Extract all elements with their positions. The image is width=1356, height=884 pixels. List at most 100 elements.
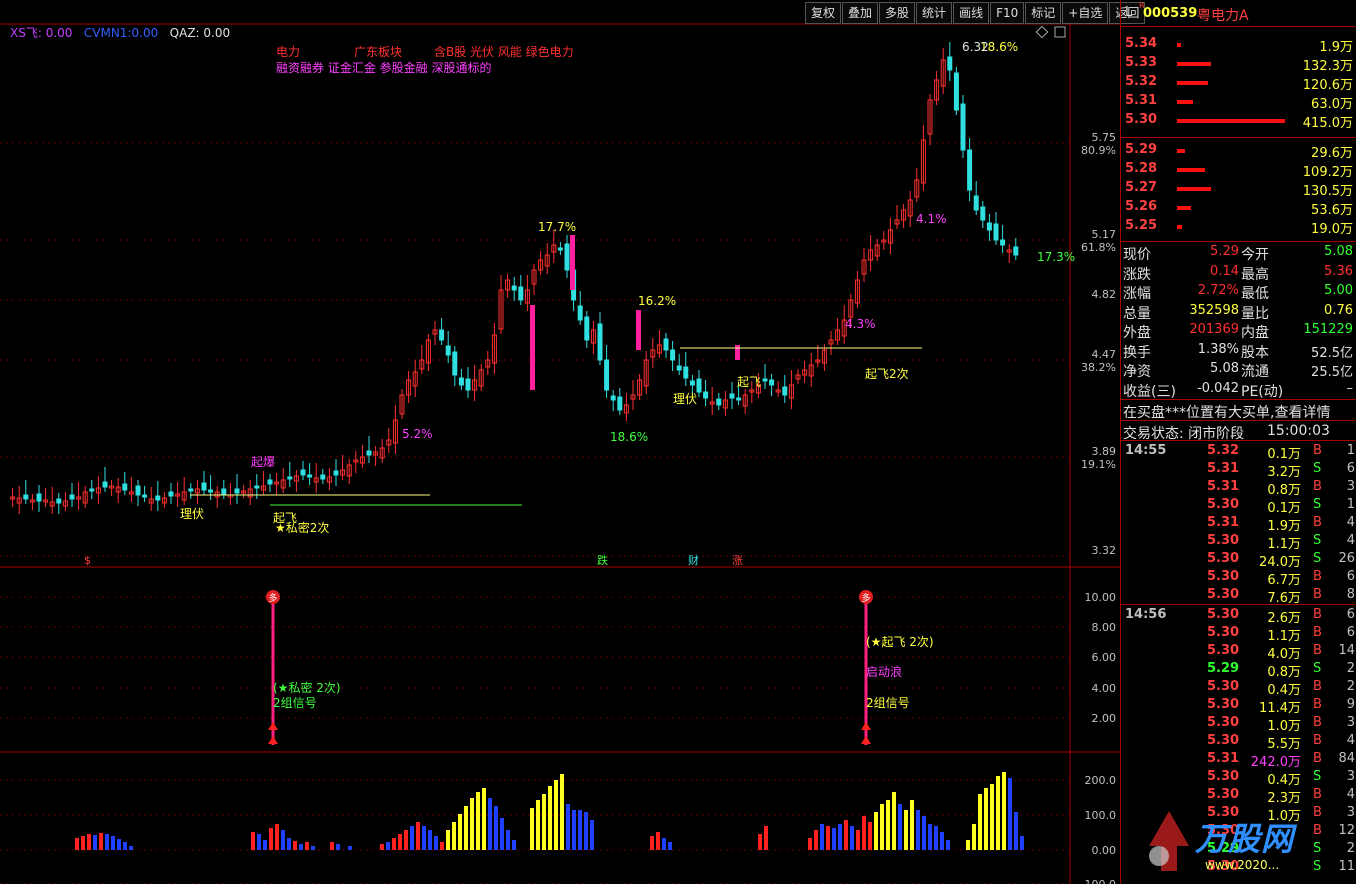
order-volume-bar [1177,119,1285,123]
toolbar-button-2[interactable]: 多股 [879,2,916,24]
liful-label: 理伏 [180,507,204,521]
candle-body [610,395,616,401]
order-volume: 130.5万 [1302,184,1353,199]
watermark-text: 万股网 [1195,820,1295,858]
volume-bar [251,832,255,850]
candle-body [307,474,313,478]
order-volume: 132.3万 [1302,59,1353,74]
tick-row: 5.30 5.5万 B 4 [1207,733,1355,752]
volume-bar [940,832,944,850]
order-volume-bar [1177,168,1205,172]
order-volume-bar [1177,149,1185,153]
xs-value: 0.00 [45,26,73,40]
volume-bar [386,842,390,850]
volume-bar [440,842,444,850]
volume-bar [820,824,824,850]
pct-annotation: 17.7% [538,220,576,234]
candle-body [208,489,214,493]
price-tick: 3.89 [1092,445,1117,458]
order-volume: 29.6万 [1311,146,1353,161]
volume-bar [934,826,938,850]
pct-annotation: 17.3% [1037,250,1075,264]
order-price: 5.25 [1125,218,1158,233]
volume-bar [572,810,576,850]
volume-bar [452,822,456,850]
big-order-notice[interactable]: 在买盘***位置有大买单,查看详情 [1121,401,1356,421]
indicator-readout: XS飞: 0.00 CVMN1:0.00 QAZ: 0.00 [10,24,230,41]
tick-row: 5.29 0.8万 S 2 [1207,661,1355,680]
toolbar-button-0[interactable]: 复权 [805,2,842,24]
order-volume: 120.6万 [1302,78,1353,93]
qifei-label: 起飞2次 [865,367,909,381]
candle-body [557,247,563,251]
signal-text: 2组信号 [866,696,910,710]
order-volume: 19.0万 [1311,222,1353,237]
candle-body [168,491,174,497]
quote-panel: L R 000539 粤电力A 5.34 1.9万 5.33 132.3万 5.32 12… [1120,0,1356,884]
volume-bar [1020,836,1024,850]
volume-bar [410,826,414,850]
candle-body [445,345,451,356]
order-volume-bar [1177,206,1191,210]
toolbar-button-6[interactable]: 标记 [1025,2,1062,24]
candle-body [947,56,953,71]
vol-tick: 0.00 [1092,844,1117,857]
tick-row: 5.30 24.0万 S 26 [1207,551,1355,570]
quote-row: 现价 5.29 今开 5.08 [1123,244,1353,263]
tick-row: 5.31 0.8万 B 3 [1207,479,1355,498]
order-row: 5.31 63.0万 [1121,92,1356,112]
tick-row: 5.30 11.4万 B 9 [1207,697,1355,716]
volume-bar [978,794,982,850]
tick-row: 5.31 3.2万 S 6 [1207,461,1355,480]
volume-bar [1014,812,1018,850]
price-pct-tick: 80.9% [1081,144,1116,157]
volume-bar [293,841,297,850]
highlight-candle [570,235,575,290]
stock-prefix: L [1125,5,1133,20]
candle-body [716,398,722,406]
toolbar-button-3[interactable]: 统计 [916,2,953,24]
volume-bar [470,798,474,850]
candle-body [980,206,986,221]
toolbar-button-5[interactable]: F10 [990,2,1025,24]
volume-bar [758,834,762,850]
candle-body [683,366,689,379]
tick-row: 5.31 1.9万 B 4 [1207,515,1355,534]
kline-chart-area[interactable]: 5.7580.9% 5.1761.8% 4.82 4.4738.2% 3.8919.1%… [0,0,1120,884]
volume-bar [464,806,468,850]
event-marker: $ [84,554,91,567]
order-row: 5.28 109.2万 [1121,160,1356,180]
price-pct-tick: 61.8% [1081,241,1116,254]
candle-body [366,450,372,456]
tick-row: 5.30 1.1万 S 4 [1207,533,1355,552]
order-price: 5.30 [1125,112,1158,127]
volume-bar [93,835,97,850]
signal-tick: 6.00 [1092,651,1117,664]
candle-body [604,359,610,391]
volume-bar [808,838,812,850]
quote-row: 涨跌 0.14 最高 5.36 [1123,263,1353,283]
candle-body [56,498,62,504]
tick-row: 5.30 7.6万 B 8 [1207,587,1355,606]
pct-annotation: 16.2% [638,294,676,308]
qaz-value: 0.00 [203,26,231,40]
volume-bar [972,824,976,850]
toolbar-button-1[interactable]: 叠加 [842,2,879,24]
volume-bar [1002,772,1006,850]
concept-tags: 含B股 光伏 风能 绿色电力 [434,45,574,59]
volume-bar [832,828,836,850]
order-volume-bar [1177,81,1208,85]
price-pct-tick: 19.1% [1081,458,1116,471]
order-row: 5.26 53.6万 [1121,198,1356,218]
candle-body [663,338,669,351]
candle-body [135,485,141,496]
toolbar-button-4[interactable]: 画线 [953,2,990,24]
quote-row: 收益(三) -0.042 PE(动) – [1123,380,1353,400]
candle-body [993,223,999,241]
toolbar-button-7[interactable]: +自选 [1062,2,1109,24]
price-tick: 4.47 [1092,348,1117,361]
volume-bar [662,838,666,850]
volume-bar [305,842,309,850]
liful-label: 理伏 [673,392,697,406]
duo-label: 多 [268,592,277,604]
